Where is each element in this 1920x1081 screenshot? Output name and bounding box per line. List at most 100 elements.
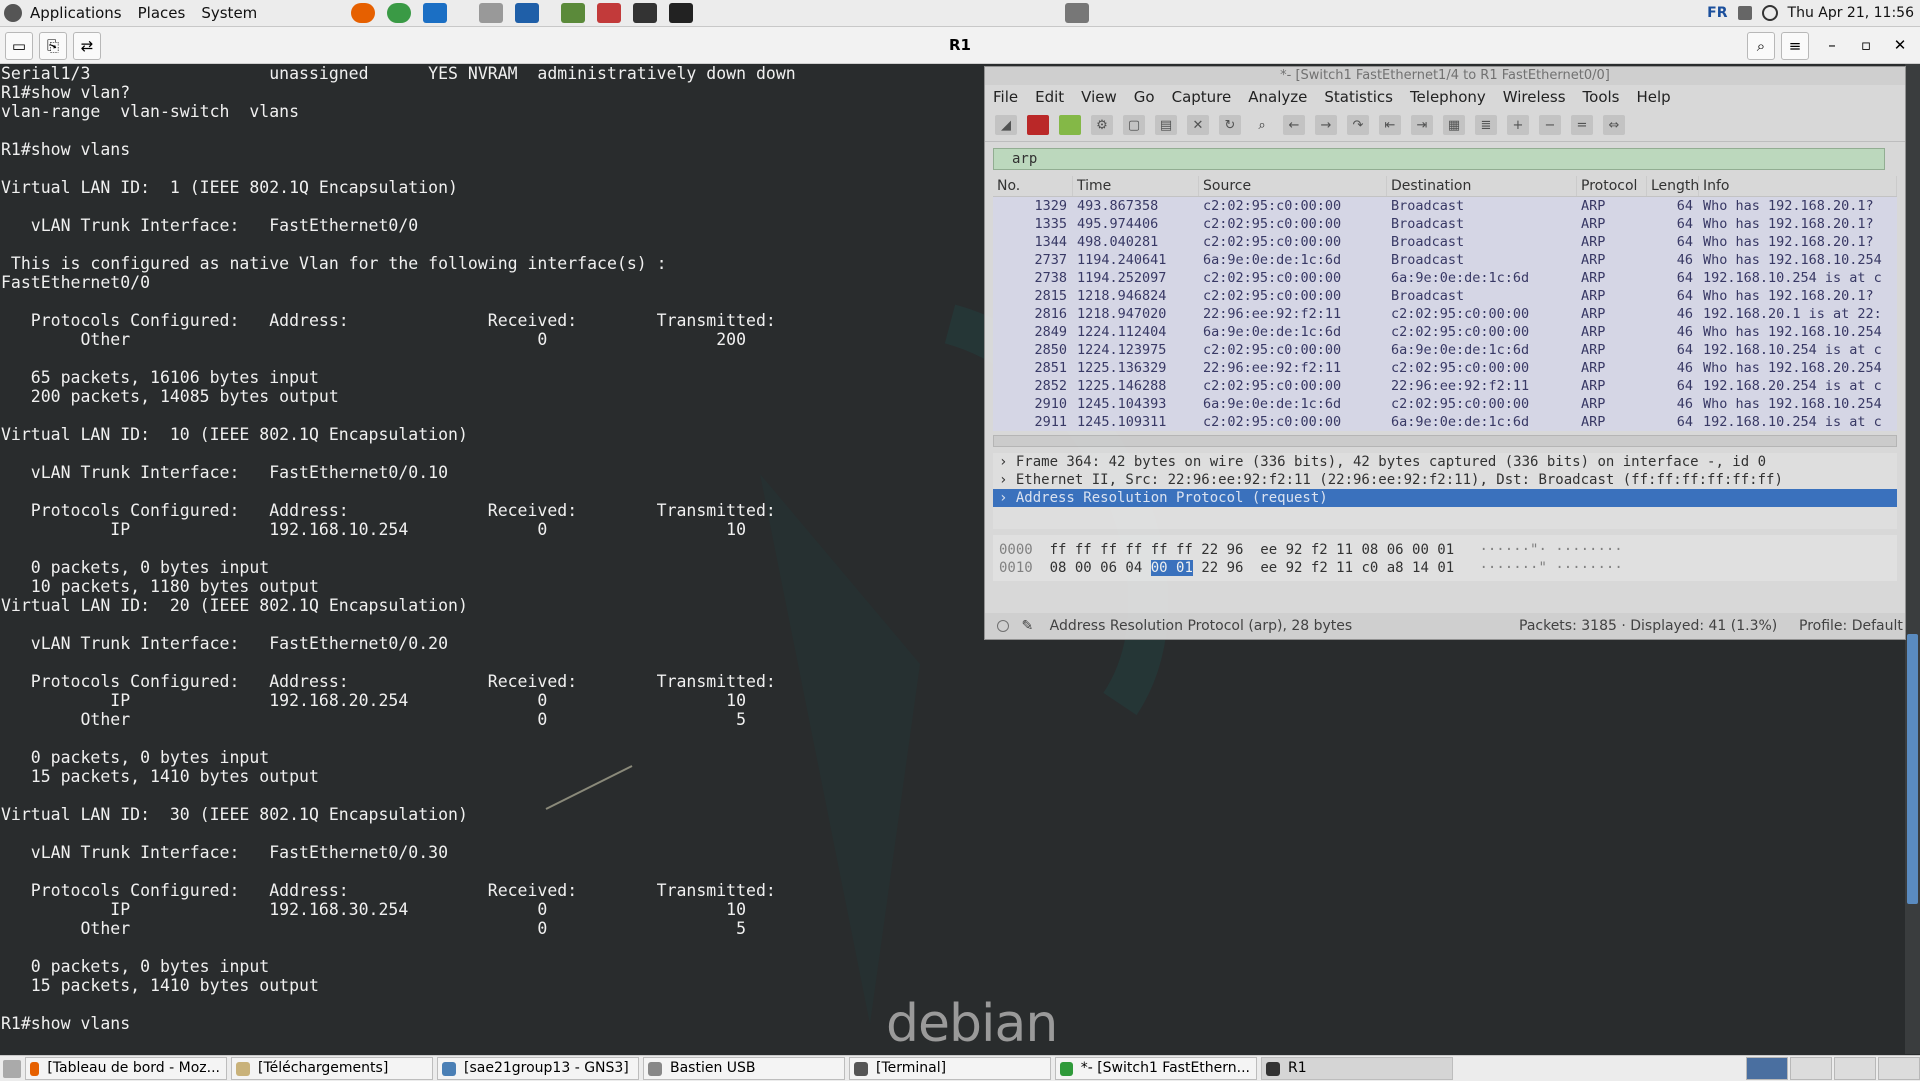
packet-row[interactable]: 1329 493.867358 c2:02:95:c0:00:00 Broadcast…	[993, 197, 1897, 215]
packet-row[interactable]: 2911 1245.109311 c2:02:95:c0:00:00 6a:9e:0e…	[993, 413, 1897, 431]
menu-help[interactable]: Help	[1636, 88, 1670, 106]
col-info[interactable]: Info	[1699, 176, 1897, 196]
display-filter-input[interactable]: arp	[993, 148, 1885, 170]
normal-size-icon[interactable]: =	[1571, 115, 1593, 135]
packet-list-hscrollbar[interactable]	[993, 435, 1897, 447]
calculator-launcher-icon[interactable]	[479, 3, 504, 23]
menu-file[interactable]: File	[993, 88, 1018, 106]
packet-row[interactable]: 2815 1218.946824 c2:02:95:c0:00:00 Broadcas…	[993, 287, 1897, 305]
menu-view[interactable]: View	[1081, 88, 1117, 106]
workspace-2[interactable]	[1790, 1057, 1832, 1080]
resize-columns-icon[interactable]: ⇔	[1603, 115, 1625, 135]
packet-row[interactable]: 2851 1225.136329 22:96:ee:92:f2:11 c2:02:95…	[993, 359, 1897, 377]
colorize-icon[interactable]: ≣	[1475, 115, 1497, 135]
col-destination[interactable]: Destination	[1387, 176, 1577, 196]
minimize-button[interactable]: –	[1819, 32, 1845, 58]
autoscroll-icon[interactable]: ▦	[1443, 115, 1465, 135]
volume-icon[interactable]	[1737, 6, 1752, 20]
detail-ethernet[interactable]: › Ethernet II, Src: 22:96:ee:92:f2:11 (2…	[993, 471, 1897, 489]
network-icon[interactable]	[1761, 5, 1778, 21]
packet-row[interactable]: 2816 1218.947020 22:96:ee:92:f2:11 c2:02:95…	[993, 305, 1897, 323]
applications-menu[interactable]: Applications	[22, 0, 130, 26]
hex-line[interactable]: 0010 08 00 06 04 00 01 22 96 ee 92 f2 11…	[993, 559, 1897, 577]
taskbar-button[interactable]: Bastien USB	[643, 1057, 845, 1080]
debian-menu-icon[interactable]	[4, 4, 22, 22]
close-file-icon[interactable]: ✕	[1187, 115, 1209, 135]
detail-arp[interactable]: › Address Resolution Protocol (request)	[993, 489, 1897, 507]
menu-go[interactable]: Go	[1134, 88, 1155, 106]
detach-tab-button[interactable]: ⇄	[73, 32, 101, 60]
zoom-out-icon[interactable]: −	[1539, 115, 1561, 135]
wireshark-launcher-icon[interactable]	[423, 3, 448, 23]
go-back-icon[interactable]: ←	[1283, 115, 1305, 135]
hamburger-menu-icon[interactable]: ≡	[1781, 32, 1809, 60]
packet-row[interactable]: 2850 1224.123975 c2:02:95:c0:00:00 6a:9e:0e…	[993, 341, 1897, 359]
wireshark-window[interactable]: *- [Switch1 FastEthernet1/4 to R1 FastEt…	[984, 66, 1906, 640]
stop-capture-icon[interactable]	[1027, 115, 1049, 135]
save-file-icon[interactable]: ▤	[1155, 115, 1177, 135]
packet-row[interactable]: 2852 1225.146288 c2:02:95:c0:00:00 22:96:ee…	[993, 377, 1897, 395]
packet-row[interactable]: 1344 498.040281 c2:02:95:c0:00:00 Broadcast…	[993, 233, 1897, 251]
last-packet-icon[interactable]: ⇥	[1411, 115, 1433, 135]
menu-capture[interactable]: Capture	[1172, 88, 1232, 106]
maximize-button[interactable]: ▫	[1853, 32, 1879, 58]
packet-row[interactable]: 2737 1194.240641 6a:9e:0e:de:1c:6d Broadcas…	[993, 251, 1897, 269]
status-profile[interactable]: Profile: Default	[1799, 613, 1903, 639]
clock[interactable]: Thu Apr 21, 11:56	[1788, 5, 1914, 21]
taskbar-button[interactable]: [Tableau de bord - Moz...	[25, 1057, 227, 1080]
edit-comment-icon[interactable]: ✎	[1021, 618, 1033, 634]
taskbar-button[interactable]: R1	[1261, 1057, 1453, 1080]
col-no[interactable]: No.	[993, 176, 1073, 196]
new-tab-button[interactable]: ▭	[5, 32, 33, 60]
menu-telephony[interactable]: Telephony	[1410, 88, 1486, 106]
screenshot-launcher-icon[interactable]	[1065, 3, 1090, 23]
tools-launcher-icon[interactable]	[597, 3, 622, 23]
workspace-4[interactable]	[1878, 1057, 1920, 1080]
scrollbar-thumb[interactable]	[1907, 634, 1918, 904]
new-window-button[interactable]: ⎘	[39, 32, 67, 60]
reload-icon[interactable]: ↻	[1219, 115, 1241, 135]
col-protocol[interactable]: Protocol	[1577, 176, 1647, 196]
gns3-launcher-icon[interactable]	[561, 3, 586, 23]
menu-wireless[interactable]: Wireless	[1503, 88, 1566, 106]
taskbar-button[interactable]: *- [Switch1 FastEthern...	[1055, 1057, 1257, 1080]
files-launcher-icon[interactable]	[633, 3, 658, 23]
packet-row[interactable]: 2910 1245.104393 6a:9e:0e:de:1c:6d c2:02:95…	[993, 395, 1897, 413]
workspace-1[interactable]	[1746, 1057, 1788, 1080]
go-to-packet-icon[interactable]: ↷	[1347, 115, 1369, 135]
taskbar-button[interactable]: [Terminal]	[849, 1057, 1051, 1080]
close-icon[interactable]: ✕	[1887, 32, 1913, 58]
taskbar-button[interactable]: [sae21group13 - GNS3]	[437, 1057, 639, 1080]
restart-capture-icon[interactable]	[1059, 115, 1081, 135]
menu-statistics[interactable]: Statistics	[1324, 88, 1393, 106]
virtualbox-launcher-icon[interactable]	[515, 3, 540, 23]
packet-row[interactable]: 1335 495.974406 c2:02:95:c0:00:00 Broadcast…	[993, 215, 1897, 233]
detail-frame[interactable]: › Frame 364: 42 bytes on wire (336 bits)…	[993, 453, 1897, 471]
open-file-icon[interactable]: ▢	[1123, 115, 1145, 135]
system-menu[interactable]: System	[193, 0, 265, 26]
taskbar-button[interactable]: [Téléchargements]	[231, 1057, 433, 1080]
packet-row[interactable]: 2849 1224.112404 6a:9e:0e:de:1c:6d c2:02:95…	[993, 323, 1897, 341]
terminal-scrollbar[interactable]	[1905, 64, 1920, 1054]
find-packet-icon[interactable]: ⌕	[1251, 115, 1273, 135]
expert-info-icon[interactable]	[997, 620, 1009, 632]
keyboard-layout-indicator[interactable]: FR	[1707, 5, 1727, 21]
workspace-3[interactable]	[1834, 1057, 1876, 1080]
show-desktop-icon[interactable]	[3, 1059, 21, 1078]
menu-analyze[interactable]: Analyze	[1248, 88, 1307, 106]
firefox-launcher-icon[interactable]	[351, 3, 376, 23]
packet-row[interactable]: 2738 1194.252097 c2:02:95:c0:00:00 6a:9e:0e…	[993, 269, 1897, 287]
capture-options-icon[interactable]: ⚙	[1091, 115, 1113, 135]
first-packet-icon[interactable]: ⇤	[1379, 115, 1401, 135]
go-forward-icon[interactable]: →	[1315, 115, 1337, 135]
terminal-launcher-icon[interactable]	[669, 3, 694, 23]
col-length[interactable]: Length	[1647, 176, 1699, 196]
col-source[interactable]: Source	[1199, 176, 1387, 196]
chrome-launcher-icon[interactable]	[387, 3, 412, 23]
menu-edit[interactable]: Edit	[1035, 88, 1064, 106]
menu-tools[interactable]: Tools	[1583, 88, 1620, 106]
start-capture-icon[interactable]: ◢	[995, 115, 1017, 135]
zoom-in-icon[interactable]: +	[1507, 115, 1529, 135]
hex-line[interactable]: 0000 ff ff ff ff ff ff 22 96 ee 92 f2 11…	[993, 541, 1897, 559]
places-menu[interactable]: Places	[130, 0, 194, 26]
